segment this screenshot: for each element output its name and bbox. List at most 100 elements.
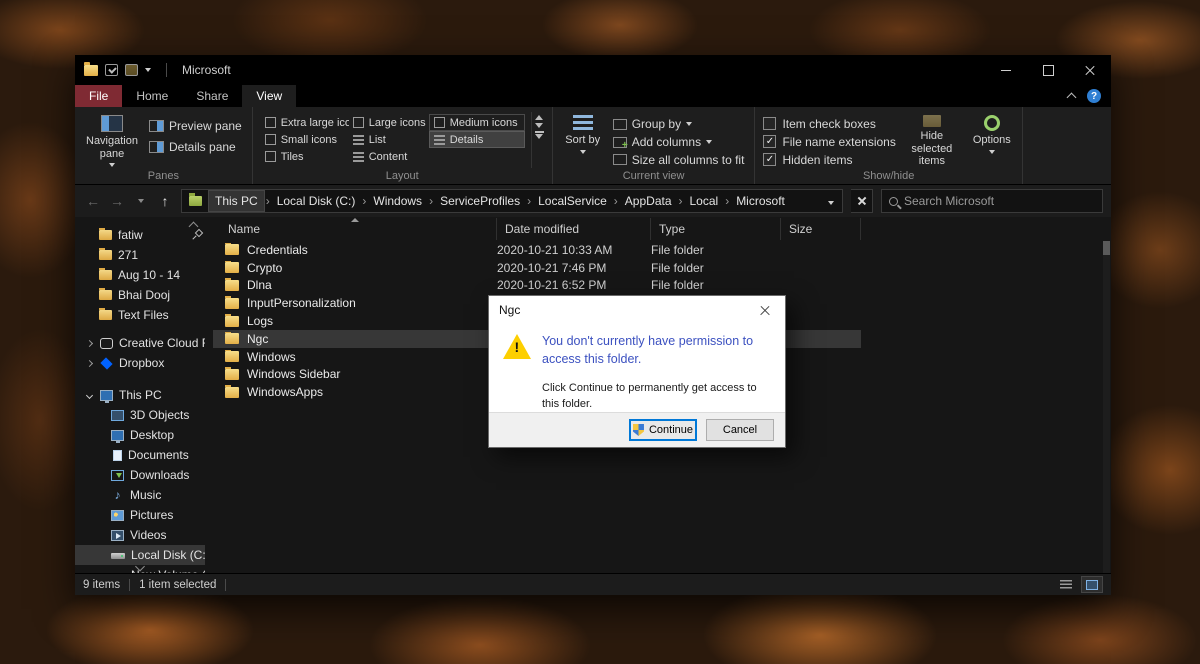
scrollbar-thumb[interactable] <box>1103 241 1110 255</box>
item-check-boxes-checkbox[interactable] <box>763 117 777 130</box>
dialog-main-instruction: You don't currently have permission to a… <box>542 334 754 367</box>
small-icons-icon <box>264 134 276 145</box>
address-dropdown-chevron[interactable] <box>820 194 842 208</box>
hide-selected-items-button[interactable]: Hide selected items <box>900 112 964 168</box>
sidebar-item-this-pc[interactable]: This PC <box>75 385 205 405</box>
options-button[interactable]: Options <box>968 112 1016 168</box>
minimize-button[interactable] <box>985 55 1027 85</box>
sidebar-item-documents[interactable]: Documents <box>75 445 205 465</box>
details-view-toggle[interactable] <box>1055 576 1077 593</box>
sort-by-button[interactable]: Sort by <box>561 112 605 168</box>
sidebar-item-aug-10-14[interactable]: Aug 10 - 14 <box>75 265 205 285</box>
hidden-items-checkbox[interactable]: ✓ <box>763 153 777 166</box>
sidebar-item-pictures[interactable]: Pictures <box>75 505 205 525</box>
breadcrumb-this-pc[interactable]: This PC <box>208 190 265 212</box>
column-header-type[interactable]: Type <box>651 218 781 240</box>
local-disk-icon <box>111 553 125 559</box>
breadcrumb-appdata[interactable]: AppData <box>619 190 678 212</box>
sidebar-item-downloads[interactable]: Downloads <box>75 465 205 485</box>
layout-content[interactable]: Content <box>349 148 429 165</box>
vertical-scrollbar[interactable] <box>1103 241 1110 573</box>
selection-count: 1 item selected <box>139 578 217 591</box>
maximize-button[interactable] <box>1027 55 1069 85</box>
layout-gallery: Extra large icons Large icons Medium ico… <box>261 114 525 168</box>
sidebar-item-music[interactable]: ♪ Music <box>75 485 205 505</box>
minimize-ribbon-icon[interactable] <box>1066 92 1077 103</box>
qat-customize-chevron-icon[interactable] <box>145 68 151 72</box>
column-header-date-modified[interactable]: Date modified <box>497 218 651 240</box>
status-separator <box>225 578 227 591</box>
continue-button[interactable]: Continue <box>629 419 697 442</box>
hidden-items-option[interactable]: ✓ Hidden items <box>763 151 895 168</box>
layout-details[interactable]: Details <box>428 131 525 148</box>
preview-pane-button[interactable]: Preview pane <box>145 116 246 136</box>
file-row-crypto[interactable]: Crypto 2020-10-21 7:46 PM File folder <box>213 259 861 277</box>
dialog-title: Ngc <box>499 303 521 317</box>
file-name-extensions-checkbox[interactable]: ✓ <box>763 135 777 148</box>
tab-home[interactable]: Home <box>122 85 182 107</box>
sidebar-item-creative-cloud[interactable]: Creative Cloud Fil <box>75 333 205 353</box>
breadcrumb-microsoft[interactable]: Microsoft <box>730 190 791 212</box>
column-header-name[interactable]: Name <box>213 218 497 240</box>
dialog-close-icon[interactable] <box>745 296 785 324</box>
size-all-columns-icon <box>612 154 627 166</box>
file-name-extensions-option[interactable]: ✓ File name extensions <box>763 133 896 150</box>
group-by-button[interactable]: Group by <box>609 116 749 133</box>
layout-large-icons[interactable]: Large icons <box>349 114 429 131</box>
breadcrumb-serviceprofiles[interactable]: ServiceProfiles <box>434 190 526 212</box>
gallery-scroll-down-icon[interactable] <box>534 123 543 128</box>
chevron-right-icon[interactable] <box>85 359 94 367</box>
column-header-size[interactable]: Size <box>781 218 861 240</box>
size-all-columns-button[interactable]: Size all columns to fit <box>609 151 749 168</box>
content-icon <box>352 151 364 162</box>
details-pane-button[interactable]: Details pane <box>145 137 246 157</box>
gallery-more-icon[interactable] <box>534 131 544 139</box>
sidebar-item-bhai-dooj[interactable]: Bhai Dooj <box>75 285 205 305</box>
up-button[interactable]: ↑ <box>153 189 177 213</box>
layout-tiles[interactable]: Tiles <box>261 148 349 165</box>
sidebar-item-desktop[interactable]: Desktop <box>75 425 205 445</box>
qat-new-folder-icon[interactable] <box>125 64 138 76</box>
sidebar-item-dropbox[interactable]: Dropbox <box>75 353 205 373</box>
qat-properties-icon[interactable] <box>105 64 118 76</box>
tab-share[interactable]: Share <box>182 85 242 107</box>
layout-extra-large-icons[interactable]: Extra large icons <box>261 114 349 131</box>
back-button[interactable]: ← <box>81 189 105 213</box>
file-row-credentials[interactable]: Credentials 2020-10-21 10:33 AM File fol… <box>213 241 861 259</box>
layout-list[interactable]: List <box>349 131 429 148</box>
large-icons-icon <box>352 117 364 128</box>
help-icon[interactable]: ? <box>1087 89 1101 103</box>
search-box[interactable] <box>881 189 1103 213</box>
address-bar[interactable]: This PC › Local Disk (C:) › Windows › Se… <box>181 189 843 213</box>
layout-medium-icons[interactable]: Medium icons <box>428 114 525 131</box>
tab-view[interactable]: View <box>242 85 297 107</box>
sidebar-item-text-files[interactable]: Text Files <box>75 305 205 325</box>
cancel-button[interactable]: Cancel <box>706 419 774 442</box>
breadcrumb-localservice[interactable]: LocalService <box>532 190 613 212</box>
breadcrumb-local-disk[interactable]: Local Disk (C:) <box>271 190 362 212</box>
search-input[interactable] <box>904 194 1095 208</box>
downloads-icon <box>111 469 124 481</box>
group-label-panes: Panes <box>147 170 179 182</box>
forward-button[interactable]: → <box>105 189 129 213</box>
add-columns-button[interactable]: Add columns <box>609 134 749 151</box>
window-folder-icon <box>84 61 98 76</box>
tab-file[interactable]: File <box>75 85 123 107</box>
sidebar-item-3d-objects[interactable]: 3D Objects <box>75 405 205 425</box>
item-check-boxes-option[interactable]: Item check boxes <box>763 115 895 132</box>
thumbnails-view-toggle[interactable] <box>1081 576 1103 593</box>
breadcrumb-windows[interactable]: Windows <box>367 190 428 212</box>
file-row-dlna[interactable]: Dlna 2020-10-21 6:52 PM File folder <box>213 277 861 295</box>
gallery-scroll-up-icon[interactable] <box>534 115 543 120</box>
recent-locations-chevron[interactable] <box>129 189 153 213</box>
chevron-down-icon[interactable] <box>85 391 94 399</box>
close-button[interactable] <box>1069 55 1111 85</box>
layout-small-icons[interactable]: Small icons <box>261 131 349 148</box>
sidebar-item-271[interactable]: 271 <box>75 245 205 265</box>
breadcrumb-local[interactable]: Local <box>684 190 725 212</box>
navigation-pane-button[interactable]: Navigation pane <box>83 112 141 168</box>
sidebar-item-fatiw[interactable]: fatiw <box>75 225 205 245</box>
chevron-right-icon[interactable] <box>85 339 94 347</box>
stop-refresh-button[interactable] <box>851 189 873 213</box>
sidebar-item-videos[interactable]: Videos <box>75 525 205 545</box>
